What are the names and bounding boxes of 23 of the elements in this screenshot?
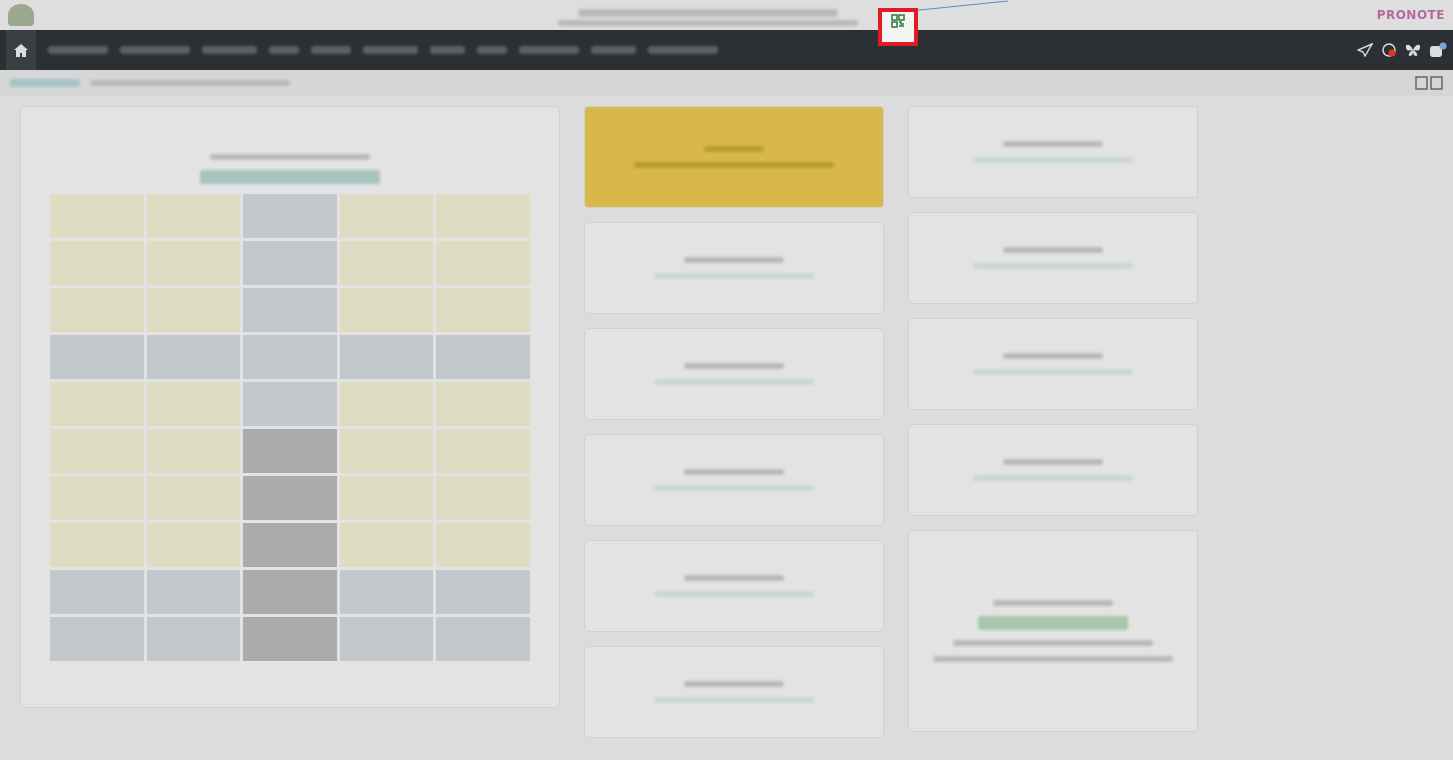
blurred-text	[363, 46, 418, 54]
blurred-text	[648, 46, 718, 54]
butterfly-icon[interactable]	[1405, 43, 1421, 57]
qr-code-button[interactable]	[878, 8, 918, 46]
blurred-text	[269, 46, 299, 54]
blurred-text	[477, 46, 507, 54]
send-icon[interactable]	[1357, 43, 1373, 57]
qr-code-icon	[891, 14, 905, 28]
blurred-text	[430, 46, 465, 54]
brand-logo: PRONOTE	[1376, 8, 1445, 22]
blurred-text	[10, 79, 80, 87]
blurred-text	[311, 46, 351, 54]
blurred-text	[48, 46, 108, 54]
blurred-text	[519, 46, 579, 54]
home-icon	[14, 43, 28, 57]
blurred-text	[202, 46, 257, 54]
blurred-text	[120, 46, 190, 54]
chat-icon[interactable]	[1381, 42, 1397, 58]
blurred-text	[591, 46, 636, 54]
home-button[interactable]	[6, 30, 36, 70]
save-icon[interactable]	[1415, 76, 1443, 90]
blurred-text	[704, 146, 764, 152]
school-logo	[8, 4, 34, 26]
